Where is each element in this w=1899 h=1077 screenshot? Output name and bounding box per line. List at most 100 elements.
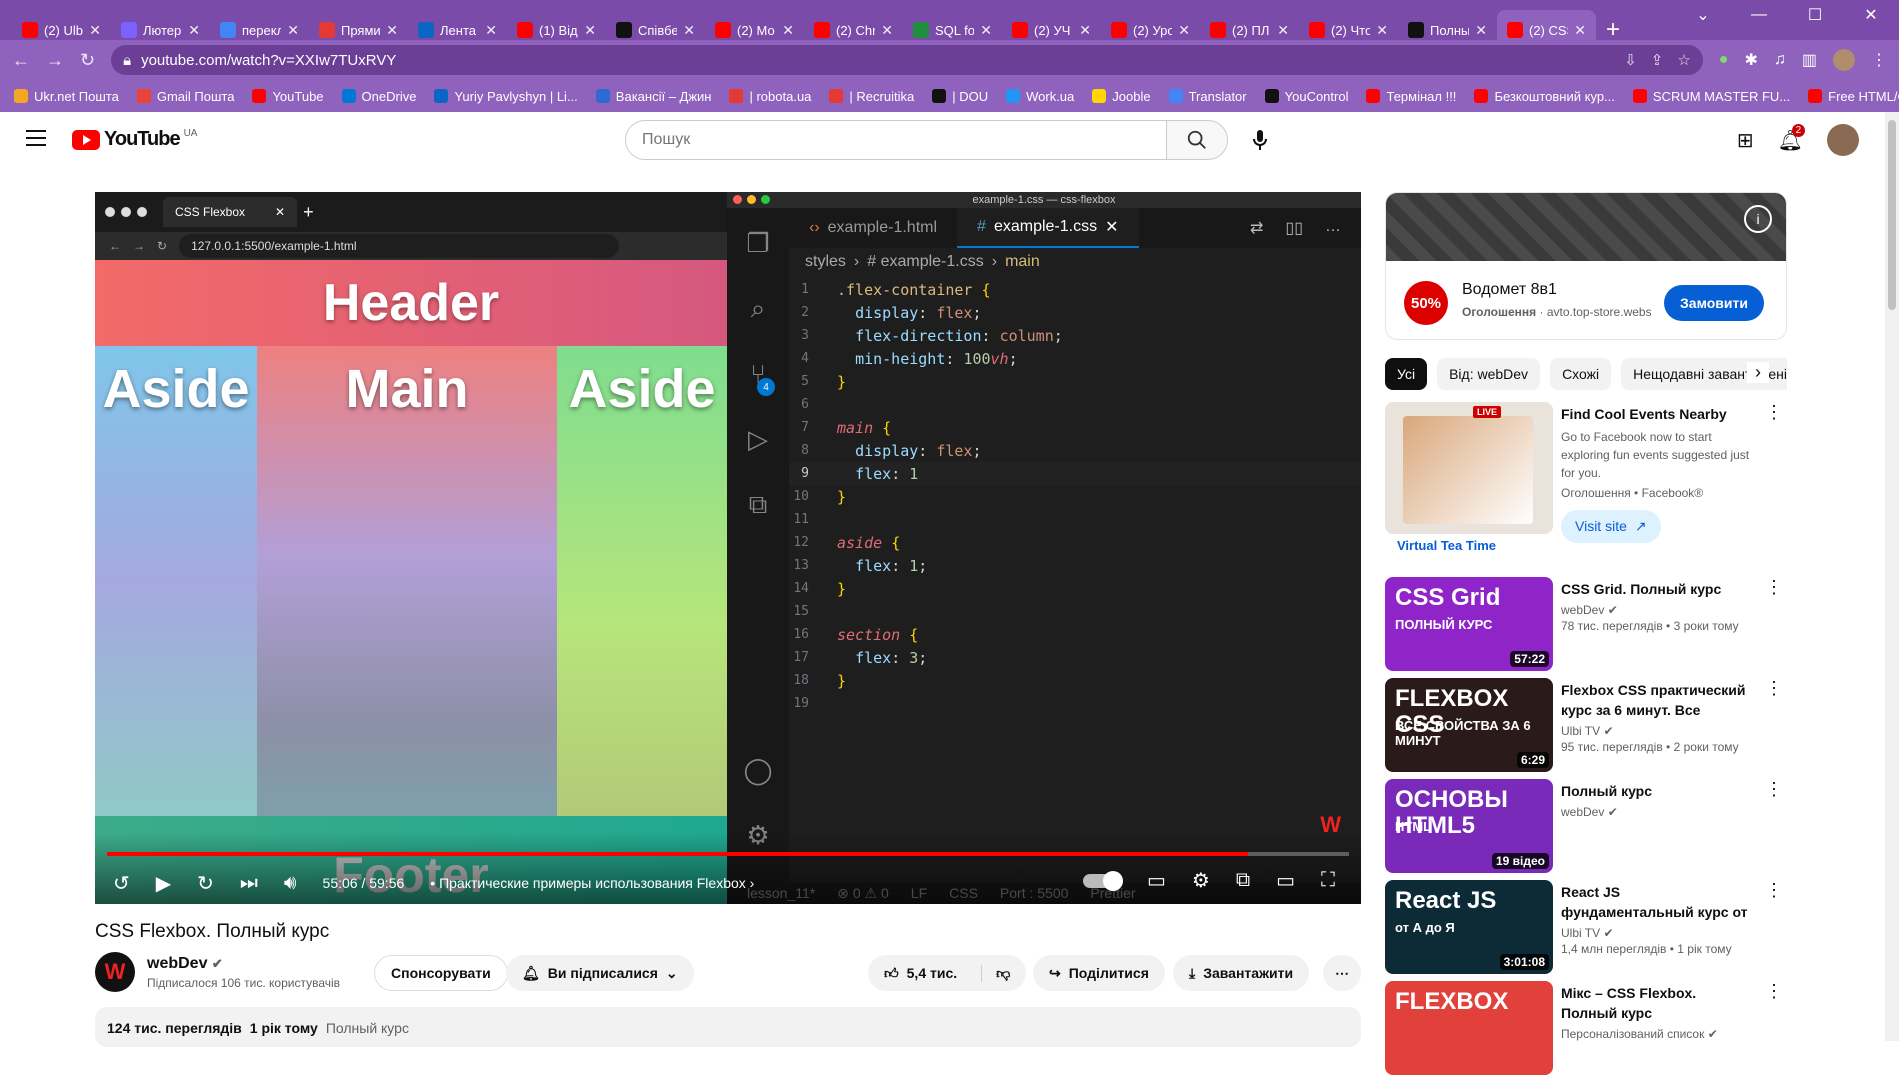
ad-cta-button[interactable]: Замовити <box>1664 285 1764 321</box>
ad-caption[interactable]: Virtual Tea Time <box>1397 538 1496 553</box>
maximize-icon[interactable]: ☐ <box>1787 0 1843 30</box>
visit-site-button[interactable]: Visit site ↗ <box>1561 510 1661 543</box>
close-icon[interactable]: ✕ <box>386 22 398 39</box>
forward-10-icon[interactable]: ↻ <box>197 871 214 896</box>
recommendation-thumbnail[interactable]: CSS Grid ПОЛНЫЙ КУРС 57:22 <box>1385 577 1553 671</box>
recommendation-item[interactable]: CSS Grid ПОЛНЫЙ КУРС 57:22 CSS Grid. Пол… <box>1385 577 1787 673</box>
recommendation-title[interactable]: Flexbox CSS практический курс за 6 минут… <box>1561 680 1753 720</box>
filter-chip[interactable]: Від: webDev <box>1437 358 1541 390</box>
minimize-icon[interactable]: — <box>1731 0 1787 30</box>
omnibox[interactable]: 🔒︎ youtube.com/watch?v=XXIw7TUxRVY ⇩ ⇪ ☆ <box>111 45 1703 75</box>
theater-mode-icon[interactable]: ▭ <box>1276 868 1295 893</box>
more-vert-icon[interactable]: ⋮ <box>1761 577 1787 673</box>
fullscreen-icon[interactable]: ⛶ <box>1321 869 1335 892</box>
back-arrow-icon[interactable]: ← <box>12 50 30 71</box>
close-icon[interactable]: ✕ <box>1475 22 1487 39</box>
bookmark-item[interactable]: SCRUM MASTER FU... <box>1632 89 1790 104</box>
close-icon[interactable]: ✕ <box>782 22 794 39</box>
recommendation-title[interactable]: Мікс – CSS Flexbox. Полный курс <box>1561 983 1753 1023</box>
rewind-10-icon[interactable]: ↺ <box>113 871 130 896</box>
filter-chip[interactable]: Схожі <box>1550 358 1612 390</box>
recommendation-thumbnail[interactable]: LIVE <box>1385 402 1553 534</box>
recommendation-item[interactable]: ОСНОВЫ HTML5 HTML 19 відео Полный курс we… <box>1385 779 1787 875</box>
close-icon[interactable]: ✕ <box>1574 22 1586 39</box>
bookmark-item[interactable]: YouTube <box>252 89 324 104</box>
description-box[interactable]: 124 тис. переглядів 1 рік тому Полный ку… <box>95 1007 1361 1047</box>
recommendation-channel-name[interactable]: Ulbi TV <box>1561 724 1600 738</box>
next-icon[interactable]: ⏭ <box>240 872 258 895</box>
install-icon[interactable]: ⇩ <box>1624 51 1637 69</box>
search-input[interactable] <box>642 131 1150 149</box>
bookmark-item[interactable]: Work.ua <box>1006 89 1074 104</box>
share-button[interactable]: ↪ Поділитися <box>1033 955 1165 991</box>
chapter-title[interactable]: • Практические примеры использования Fle… <box>430 875 754 891</box>
recommendation-title[interactable]: CSS Grid. Полный курс <box>1561 579 1753 599</box>
star-icon[interactable]: ☆ <box>1677 51 1690 69</box>
recommendation-channel-name[interactable]: Персоналізований список <box>1561 1027 1704 1041</box>
filter-chip[interactable]: Усі <box>1385 358 1428 390</box>
bookmark-item[interactable]: Вакансії – Джин <box>595 89 711 104</box>
recommendation-thumbnail[interactable]: FLEXBOX <box>1385 981 1553 1075</box>
bookmark-item[interactable]: | robota.ua <box>729 89 811 104</box>
channel-avatar[interactable]: W <box>95 952 135 992</box>
close-icon[interactable]: ✕ <box>1843 0 1899 30</box>
recommendation-channel-name[interactable]: Ulbi TV <box>1561 926 1600 940</box>
bookmark-item[interactable]: YouControl <box>1264 89 1348 104</box>
recommendation-thumbnail[interactable]: React JS от А до Я 3:01:08 <box>1385 880 1553 974</box>
channel-name[interactable]: webDev ✔ <box>147 955 340 973</box>
youtube-logo[interactable]: YouTube UA <box>72 128 197 151</box>
recommendation-channel[interactable]: webDev ✔ <box>1561 805 1753 819</box>
hamburger-menu-icon[interactable] <box>26 130 46 146</box>
recommendation-channel-name[interactable]: webDev <box>1561 805 1604 819</box>
recommendation-channel[interactable]: Ulbi TV ✔ <box>1561 926 1753 940</box>
sponsor-button[interactable]: Спонсорувати <box>374 955 508 991</box>
scrollbar-thumb[interactable] <box>1888 120 1896 310</box>
bookmark-item[interactable]: | DOU <box>932 89 988 104</box>
chevron-right-icon[interactable]: › <box>1747 362 1769 383</box>
bookmark-item[interactable]: | Recruitika <box>829 89 914 104</box>
bookmark-item[interactable]: Безкоштовний кур... <box>1474 89 1615 104</box>
more-vert-icon[interactable]: ⋮ <box>1761 779 1787 875</box>
close-icon[interactable]: ✕ <box>1178 22 1190 39</box>
url-text[interactable]: youtube.com/watch?v=XXIw7TUxRVY <box>141 52 396 69</box>
profile-avatar[interactable] <box>1833 49 1855 71</box>
bookmark-item[interactable]: Translator <box>1168 89 1247 104</box>
bookmark-item[interactable]: Jooble <box>1092 89 1151 104</box>
play-icon[interactable]: ▶ <box>156 871 171 896</box>
subscribed-button[interactable]: 🔔︎ Ви підписалися ⌄ <box>506 955 694 991</box>
media-icon[interactable]: ♫ <box>1774 51 1786 69</box>
recommendation-item[interactable]: React JS от А до Я 3:01:08 React JS фунд… <box>1385 880 1787 976</box>
notifications-button[interactable]: 🔔︎ 2 <box>1778 123 1806 153</box>
close-icon[interactable]: ✕ <box>89 22 101 39</box>
recommendation-channel[interactable]: Ulbi TV ✔ <box>1561 724 1753 738</box>
volume-icon[interactable]: 🔊︎ <box>284 872 297 895</box>
autoplay-toggle[interactable] <box>1082 870 1123 891</box>
download-button[interactable]: ⤓ Завантажити <box>1173 955 1310 991</box>
description-tag[interactable]: Полный курс <box>326 1020 409 1036</box>
more-actions-button[interactable]: ⋯ <box>1323 955 1361 991</box>
extension-icon[interactable]: ● <box>1719 51 1729 69</box>
menu-kebab-icon[interactable]: ⋮ <box>1871 50 1887 70</box>
close-icon[interactable]: ✕ <box>287 22 299 39</box>
progress-bar[interactable] <box>107 852 1349 856</box>
close-icon[interactable]: ✕ <box>584 22 596 39</box>
settings-gear-icon[interactable]: ⚙ <box>1192 868 1210 893</box>
close-icon[interactable]: ✕ <box>1376 22 1388 39</box>
forward-arrow-icon[interactable]: → <box>46 50 64 71</box>
subtitles-icon[interactable]: ▭ <box>1147 868 1166 893</box>
close-icon[interactable]: ✕ <box>485 22 497 39</box>
page-scrollbar[interactable] <box>1885 112 1899 1041</box>
thumbs-down-icon[interactable]: 👎︎ <box>981 964 1010 982</box>
close-icon[interactable]: ✕ <box>980 22 992 39</box>
bookmark-item[interactable]: Термінал !!! <box>1366 89 1456 104</box>
close-icon[interactable]: ✕ <box>1079 22 1091 39</box>
info-icon[interactable]: i <box>1744 205 1772 233</box>
reload-icon[interactable]: ↻ <box>80 50 95 71</box>
search-box[interactable] <box>625 120 1167 160</box>
recommendation-thumbnail[interactable]: FLEXBOX CSS ВСЕ СВОЙСТВА ЗА 6 МИНУТ 6:29 <box>1385 678 1553 772</box>
close-icon[interactable]: ✕ <box>683 22 695 39</box>
recommendation-channel[interactable]: Персоналізований список ✔ <box>1561 1027 1753 1041</box>
bookmark-item[interactable]: Yuriy Pavlyshyn | Li... <box>434 89 578 104</box>
more-vert-icon[interactable]: ⋮ <box>1761 402 1787 552</box>
side-panel-icon[interactable]: ▥ <box>1802 50 1817 70</box>
